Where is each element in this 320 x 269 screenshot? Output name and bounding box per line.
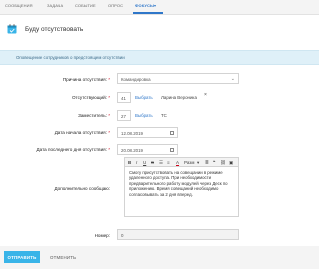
nav-tab-focus[interactable]: ФОКУСЫ — [135, 3, 154, 8]
message-label: Дополнительно сообщаю: — [54, 186, 110, 191]
absence-icon — [7, 24, 17, 34]
active-tab-indicator — [133, 12, 163, 14]
nav-tab-poll[interactable]: ОПРОС — [108, 3, 123, 8]
deputy-id-input[interactable]: 27 — [117, 110, 131, 121]
absent-id-input[interactable]: 41 — [117, 92, 131, 103]
align-icon[interactable]: ≣ — [205, 160, 209, 166]
top-navigation: СООБЩЕНИЯ ЗАДАЧА СОБЫТИЕ ОПРОС ФОКУСЫ ▾ — [0, 0, 319, 15]
number-label: Номер: — [94, 233, 110, 238]
page-title: Буду отсутствовать — [25, 26, 84, 33]
reason-select[interactable]: Командировка ⌄ — [117, 73, 239, 84]
remove-icon[interactable]: × — [204, 92, 207, 98]
submit-button[interactable]: ОТПРАВИТЬ — [4, 251, 40, 263]
editor-toolbar: B I U S ☰ ≡ A Разм ▾ ≣ ❝ ⛓ ▣ — [124, 157, 239, 167]
nav-tab-messages[interactable]: СООБЩЕНИЯ — [5, 3, 33, 8]
reason-label: Причина отсутствия: * — [62, 77, 110, 82]
absent-person-name: Ларина Вероника — [161, 95, 197, 100]
notice-text: Оповещение сотрудников о предстоящем отс… — [16, 54, 125, 60]
deputy-label: Заместитель: * — [78, 113, 110, 118]
numbered-list-icon[interactable]: ≡ — [167, 160, 170, 165]
notice-banner: Оповещение сотрудников о предстоящем отс… — [0, 50, 319, 65]
message-text: Смогу присутствовать на совещании в режи… — [129, 170, 228, 197]
deputy-select-link[interactable]: Выбрать — [135, 113, 153, 118]
link-icon[interactable]: ⛓ — [220, 160, 226, 166]
calendar-icon[interactable] — [170, 147, 174, 152]
absent-select-link[interactable]: Выбрать — [135, 95, 153, 100]
absent-label: Отсутствующий: * — [71, 95, 110, 100]
message-editor[interactable]: Смогу присутствовать на совещании в режи… — [124, 167, 239, 217]
cancel-button[interactable]: ОТМЕНИТЬ — [50, 255, 76, 260]
form-footer — [0, 246, 319, 269]
chevron-down-icon: ⌄ — [230, 75, 235, 82]
bullet-list-icon[interactable]: ☰ — [159, 160, 163, 166]
number-input: 0 — [117, 229, 239, 240]
italic-button[interactable]: I — [136, 160, 137, 165]
reason-value: Командировка — [121, 76, 151, 82]
image-icon[interactable]: ▣ — [229, 160, 233, 166]
bold-button[interactable]: B — [128, 160, 131, 165]
strikethrough-button[interactable]: S — [151, 160, 154, 165]
chevron-down-icon[interactable]: ▾ — [197, 160, 199, 166]
deputy-person-name: ТС — [161, 113, 167, 118]
chevron-down-icon[interactable]: ▾ — [154, 3, 156, 8]
end-date-input[interactable]: 20.08.2019 — [117, 144, 178, 155]
end-date-label: Дата последнего дня отсутствия: * — [36, 147, 110, 152]
nav-tab-event[interactable]: СОБЫТИЕ — [75, 3, 96, 8]
start-date-label: Дата начала отсутствия: * — [54, 130, 110, 135]
font-color-button[interactable]: A — [176, 160, 179, 165]
calendar-icon[interactable] — [170, 130, 174, 135]
quote-icon[interactable]: ❝ — [213, 160, 215, 166]
start-date-input[interactable]: 12.08.2019 — [117, 127, 178, 138]
nav-tab-task[interactable]: ЗАДАЧА — [47, 3, 63, 8]
underline-button[interactable]: U — [143, 160, 146, 165]
font-size-select[interactable]: Разм — [184, 160, 194, 165]
